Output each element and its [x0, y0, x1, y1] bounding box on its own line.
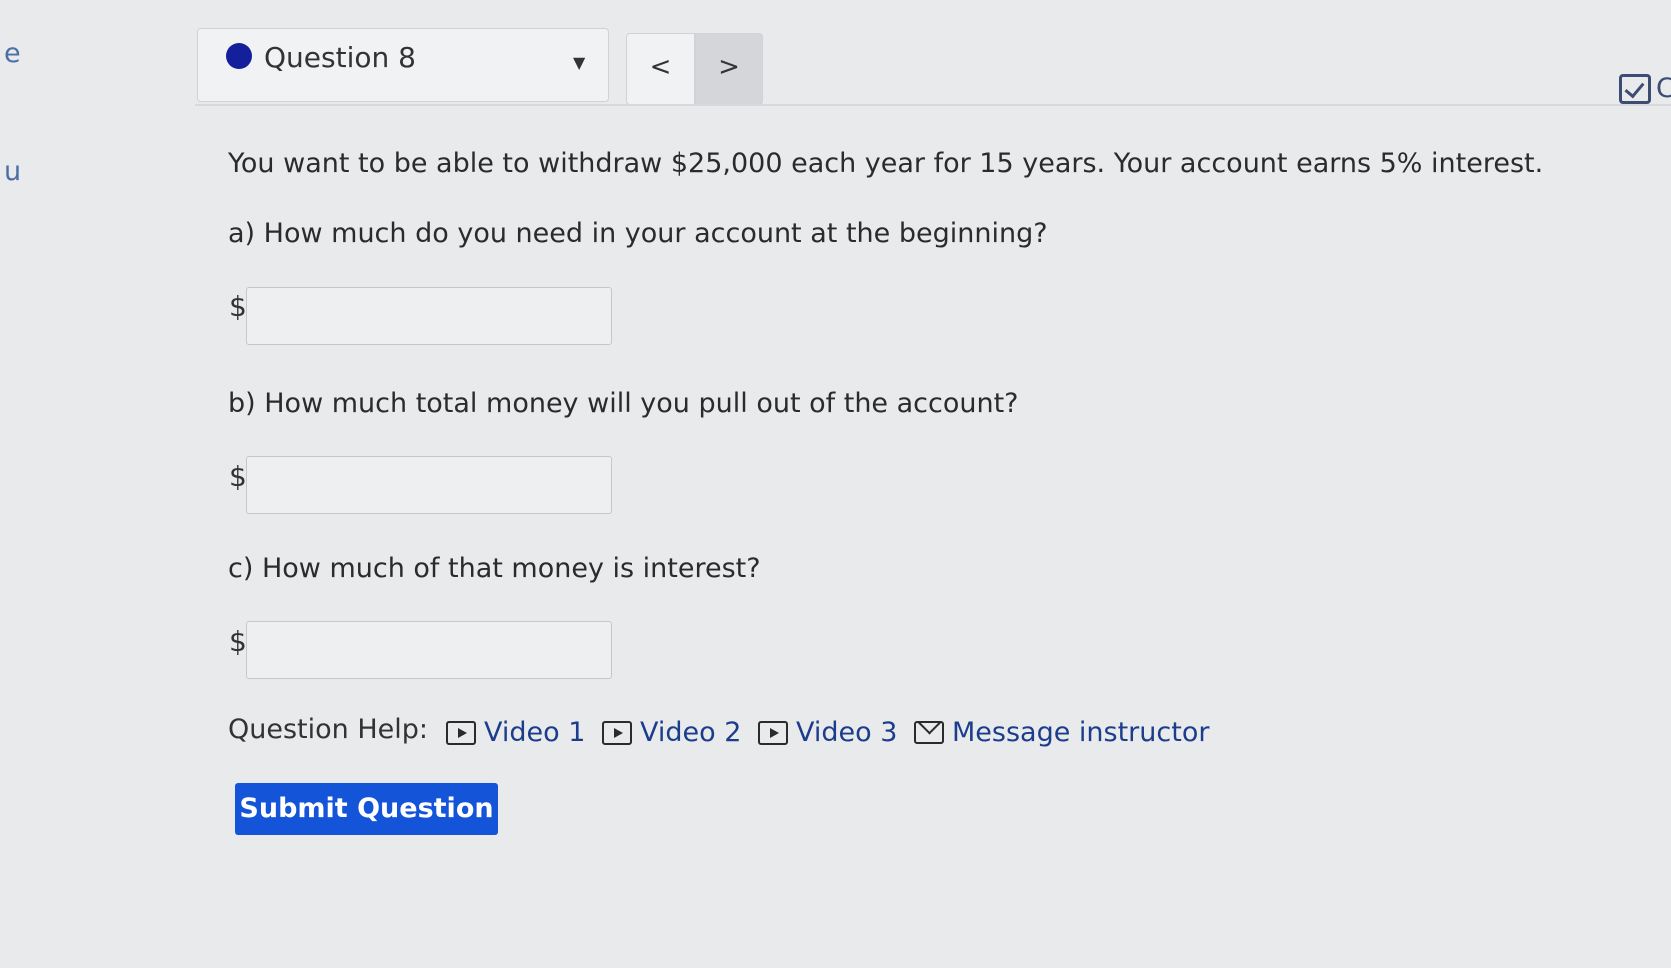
- previous-question-button[interactable]: <: [626, 33, 695, 105]
- chevron-right-icon: >: [718, 52, 740, 82]
- message-instructor-link[interactable]: Message instructor: [914, 717, 1209, 748]
- play-video-icon: [758, 720, 788, 745]
- sidebar-letter-2[interactable]: u: [4, 156, 21, 187]
- corner-partial-text: C: [1656, 73, 1671, 104]
- header-divider: [195, 104, 1671, 106]
- part-c-label: c) How much of that money is interest?: [228, 553, 761, 584]
- video-1-link[interactable]: Video 1: [446, 717, 585, 748]
- checkbox-edit-icon[interactable]: [1619, 74, 1651, 104]
- play-video-icon: [602, 720, 632, 745]
- part-a-dollar-prefix: $: [229, 290, 247, 323]
- question-status-dot-icon: [226, 43, 252, 69]
- part-c-dollar-prefix: $: [229, 625, 247, 658]
- video-2-link-text: Video 2: [640, 717, 742, 748]
- video-3-link-text: Video 3: [796, 717, 898, 748]
- sidebar-letter-1[interactable]: e: [4, 38, 21, 69]
- question-prompt: You want to be able to withdraw $25,000 …: [228, 148, 1544, 179]
- message-instructor-link-text: Message instructor: [952, 717, 1210, 748]
- play-video-icon: [446, 720, 476, 745]
- caret-down-icon: ▼: [573, 53, 586, 72]
- part-b-dollar-prefix: $: [229, 460, 247, 493]
- part-c-answer-input[interactable]: [246, 621, 612, 679]
- part-a-answer-input[interactable]: [246, 287, 612, 345]
- video-2-link[interactable]: Video 2: [602, 717, 741, 748]
- question-help-label: Question Help:: [228, 714, 428, 745]
- part-b-label: b) How much total money will you pull ou…: [228, 388, 1019, 419]
- mail-icon: [914, 721, 944, 744]
- video-3-link[interactable]: Video 3: [758, 717, 897, 748]
- question-selector-label: Question 8: [264, 41, 416, 74]
- submit-question-button[interactable]: Submit Question: [235, 783, 498, 835]
- part-a-label: a) How much do you need in your account …: [228, 218, 1048, 249]
- question-selector-dropdown[interactable]: Question 8 ▼: [197, 28, 609, 102]
- chevron-left-icon: <: [649, 52, 672, 82]
- part-b-answer-input[interactable]: [246, 456, 612, 514]
- question-page: e u Question 8 ▼ < > C You want to be ab…: [0, 0, 1671, 968]
- video-1-link-text: Video 1: [484, 717, 586, 748]
- next-question-button[interactable]: >: [695, 33, 763, 105]
